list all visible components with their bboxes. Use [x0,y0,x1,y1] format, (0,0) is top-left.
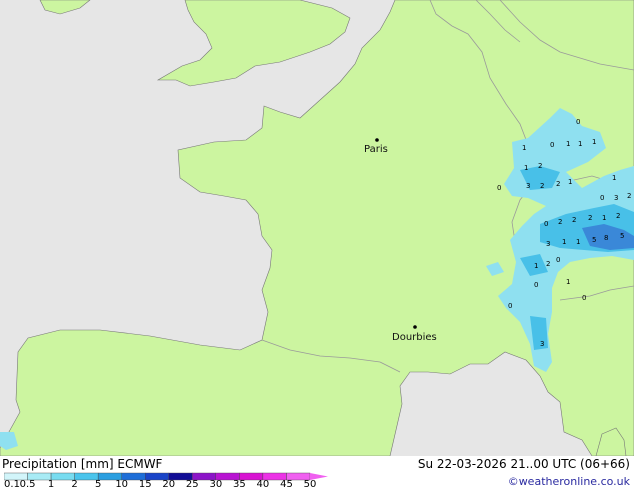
precip-value: 2 [546,260,550,268]
precip-value: 1 [612,174,616,182]
legend-tick-label: 5 [94,479,102,490]
legend-tick-label: 20 [162,479,176,490]
precip-value: 3 [614,194,618,202]
legend-tick-label: 45 [280,479,293,490]
precip-value: 2 [588,214,592,222]
credit-link[interactable]: ©weatheronline.co.uk [508,475,630,488]
city-marker-icon [375,138,379,142]
precip-value: 1 [576,238,580,246]
precip-value: 2 [538,162,542,170]
legend-tick-label: 50 [303,479,317,490]
precip-value: 2 [572,216,576,224]
precip-value: 0 [534,281,538,289]
precip-value: 0 [550,141,554,149]
legend-tick-label: 15 [138,479,152,490]
legend-tick-label: 40 [256,479,270,490]
precip-value: 1 [566,140,570,148]
precip-value: 2 [616,212,620,220]
precip-value: 2 [627,192,631,200]
precip-value: 1 [602,214,606,222]
city-marker-icon [413,325,417,329]
precip-value: 3 [526,182,530,190]
precip-value: 1 [568,178,572,186]
precip-value: 0 [508,302,512,310]
precip-value: 5 [620,232,624,240]
precip-value: 5 [592,236,596,244]
precip-value: 2 [540,182,544,190]
precip-value: 1 [592,138,596,146]
precip-value: 1 [524,164,528,172]
city-label: Paris [364,144,388,155]
precip-value: 0 [556,256,560,264]
legend-tick-label: 0.5 [19,479,36,490]
precip-value: 0 [600,194,604,202]
precip-value: 0 [497,184,501,192]
legend-tick-label: 30 [209,479,223,490]
precip-value: 0 [582,294,586,302]
legend-tick-label: 1 [47,479,55,490]
precip-value: 1 [522,144,526,152]
legend-tick-label: 2 [71,479,78,490]
precip-value: 1 [566,278,570,286]
precipitation-map: 0 1 1 1 0 1 2 1 3 2 2 1 0 1 0 3 2 0 2 2 … [0,0,634,456]
city-label: Dourbies [392,332,437,343]
legend-tick-label: 0.1 [4,479,20,490]
legend-tick-label: 25 [185,479,199,490]
precip-value: 1 [562,238,566,246]
footer-bar: Precipitation [mm] ECMWF Su 22-03-2026 2… [0,456,634,490]
precip-value: 8 [604,234,608,242]
map-title: Precipitation [mm] ECMWF [2,457,163,471]
legend-tick-label: 35 [233,479,246,490]
precip-value: 2 [556,180,560,188]
precip-value: 1 [578,140,582,148]
legend-tick-label: 10 [115,479,129,490]
precip-value: 2 [558,218,562,226]
precip-value: 0 [544,220,548,228]
forecast-time: Su 22-03-2026 21..00 UTC (06+66) [417,457,630,471]
precip-value: 3 [546,240,550,248]
precip-value: 3 [540,340,544,348]
precip-value: 0 [576,118,580,126]
precip-value: 1 [534,262,538,270]
